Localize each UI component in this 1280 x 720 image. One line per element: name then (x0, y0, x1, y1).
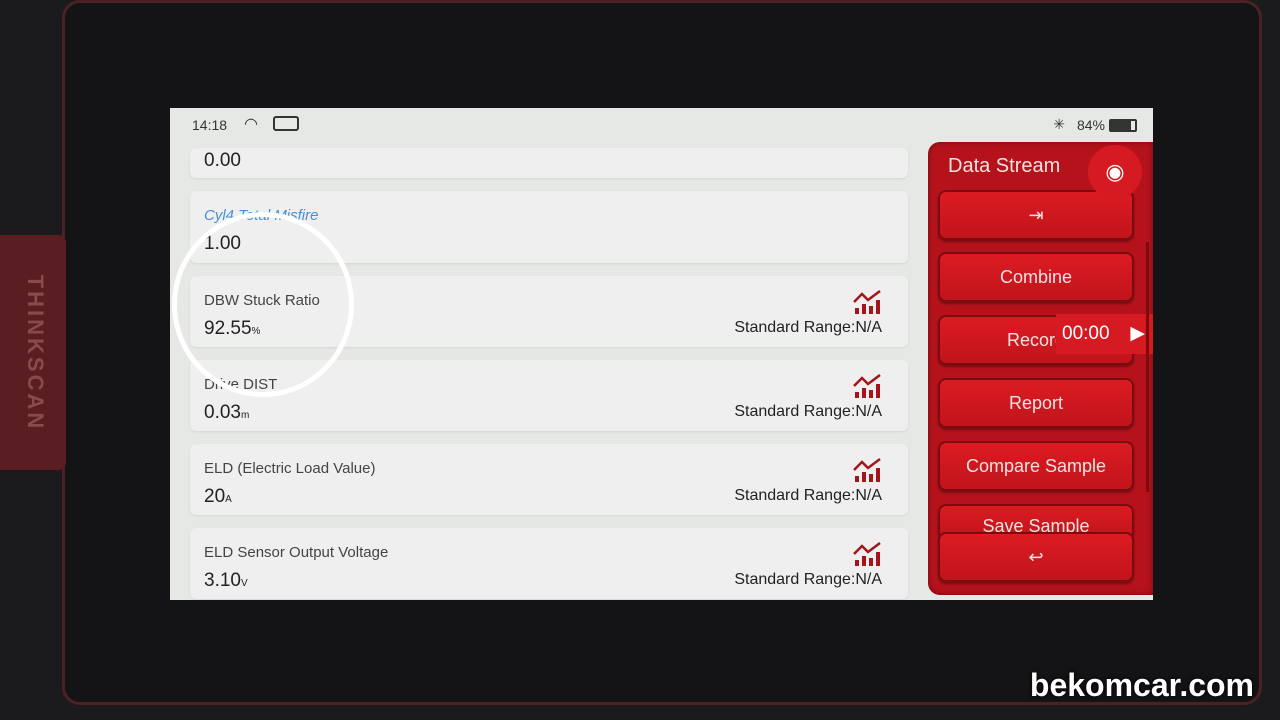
watermark: bekomcar.com (1029, 667, 1254, 703)
exit-icon: ⇥ (1028, 205, 1044, 225)
back-button[interactable]: ↩ (938, 532, 1134, 582)
wifi-icon: ◠ (244, 116, 258, 133)
graph-icon[interactable] (852, 542, 882, 566)
item-value: 0.03m (204, 402, 250, 423)
list-item[interactable]: 0.00 (190, 148, 908, 178)
exit-button[interactable]: ⇥ (938, 190, 1134, 240)
battery-level: 84% (1076, 117, 1105, 133)
graph-icon[interactable] (852, 290, 882, 314)
device-brand: THINKSCAN (23, 274, 48, 432)
scrollbar[interactable] (1146, 242, 1149, 492)
status-bar: 14:18 ◠ ✳ 84% (170, 108, 1153, 142)
camera-button[interactable]: ◉ (1088, 145, 1142, 199)
record-timer[interactable]: 00:00 ▶ (1056, 314, 1153, 354)
item-name: ELD Sensor Output Voltage (204, 544, 389, 561)
list-item[interactable]: ELD Sensor Output Voltage 3.10V Standard… (190, 528, 908, 599)
graph-icon[interactable] (852, 458, 882, 482)
item-name: ELD (Electric Load Value) (204, 460, 376, 477)
report-button[interactable]: Report (938, 378, 1134, 428)
standard-range: Standard Range:N/A (734, 319, 882, 336)
item-value: 0.00 (204, 150, 241, 171)
play-icon: ▶ (1130, 323, 1145, 344)
item-value: 20A (204, 486, 232, 507)
graph-icon[interactable] (852, 374, 882, 398)
battery-icon (1109, 119, 1137, 132)
standard-range: Standard Range:N/A (734, 487, 882, 504)
panel-title: Data Stream (948, 155, 1061, 177)
vci-connector-icon (273, 116, 299, 131)
camera-icon: ◉ (1105, 159, 1125, 184)
list-item[interactable]: ELD (Electric Load Value) 20A Standard R… (190, 444, 908, 515)
item-value: 3.10V (204, 570, 248, 591)
back-icon: ↩ (1028, 547, 1044, 567)
standard-range: Standard Range:N/A (734, 403, 882, 420)
compare-sample-button[interactable]: Compare Sample (938, 441, 1134, 491)
clock: 14:18 (192, 117, 228, 133)
standard-range: Standard Range:N/A (734, 571, 882, 588)
bluetooth-icon: ✳ (1053, 116, 1065, 132)
combine-button[interactable]: Combine (938, 252, 1134, 302)
highlight-circle (172, 212, 354, 397)
data-stream-panel: Data Stream ⇥ Combine Record Report Comp… (928, 142, 1153, 595)
